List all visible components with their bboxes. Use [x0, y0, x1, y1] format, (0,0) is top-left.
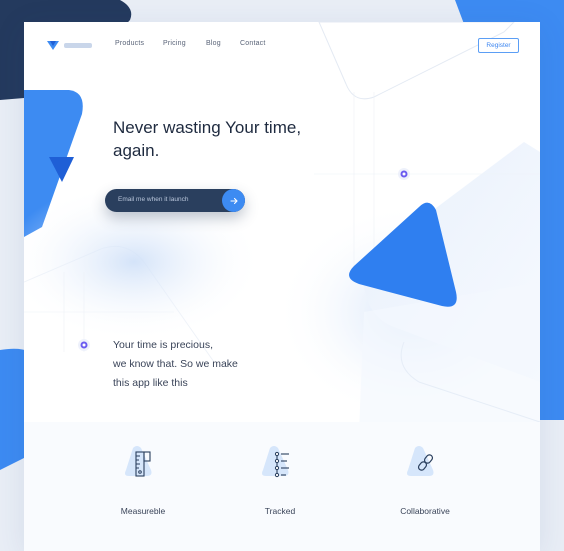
- hero-title-line2: again.: [113, 141, 160, 160]
- top-navigation: Products Pricing Blog Contact Register: [24, 22, 540, 70]
- tagline-line3: this app like this: [113, 377, 188, 389]
- feature-collaborative: Collaborative: [370, 442, 480, 516]
- feature-label: Measureble: [120, 506, 166, 516]
- hero-title: Never wasting Your time, again.: [113, 116, 343, 162]
- register-button[interactable]: Register: [478, 38, 519, 53]
- landing-card: Products Pricing Blog Contact Register N…: [24, 22, 540, 551]
- submit-button[interactable]: [222, 189, 245, 212]
- tagline: Your time is precious, we know that. So …: [113, 336, 283, 393]
- logo-icon: [47, 41, 59, 50]
- feature-label: Collaborative: [400, 506, 450, 516]
- location-dot-icon: [398, 168, 410, 180]
- hero-title-line1: Never wasting Your time,: [113, 118, 302, 137]
- nav-link-pricing[interactable]: Pricing: [163, 40, 186, 47]
- checklist-icon: [262, 446, 289, 478]
- feature-measureble: Measureble: [88, 442, 198, 516]
- email-input[interactable]: Email me when it launch: [118, 196, 188, 203]
- location-dot-icon: [78, 339, 90, 351]
- email-signup[interactable]: Email me when it launch: [105, 189, 245, 212]
- tagline-line2: we know that. So we make: [113, 358, 238, 370]
- feature-tracked: Tracked: [225, 442, 335, 516]
- tagline-line1: Your time is precious,: [113, 339, 213, 351]
- nav-link-contact[interactable]: Contact: [240, 40, 266, 47]
- arrow-right-icon: [229, 197, 238, 204]
- nav-link-blog[interactable]: Blog: [206, 40, 221, 47]
- link-icon: [407, 446, 434, 476]
- logo-wordmark: [64, 42, 92, 48]
- nav-link-products[interactable]: Products: [115, 40, 144, 47]
- brand-logo[interactable]: [46, 37, 96, 53]
- feature-label: Tracked: [264, 506, 296, 516]
- ruler-icon: [125, 446, 152, 477]
